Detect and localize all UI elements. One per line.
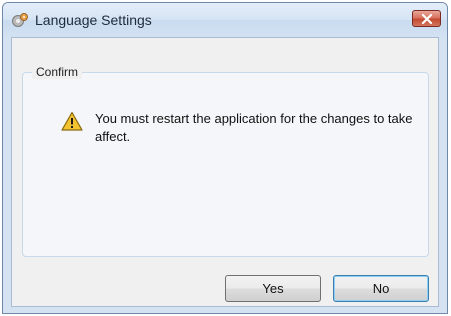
groupbox-legend: Confirm bbox=[32, 65, 83, 79]
yes-button[interactable]: Yes bbox=[225, 275, 321, 302]
window-title: Language Settings bbox=[35, 12, 152, 28]
warning-icon bbox=[61, 111, 83, 131]
close-button[interactable] bbox=[412, 10, 441, 27]
gear-app-icon bbox=[12, 13, 28, 27]
no-button[interactable]: No bbox=[333, 275, 429, 302]
close-icon bbox=[421, 14, 433, 24]
confirm-groupbox bbox=[22, 72, 429, 257]
title-bar[interactable]: Language Settings bbox=[3, 3, 447, 37]
confirm-message: You must restart the application for the… bbox=[95, 111, 413, 144]
